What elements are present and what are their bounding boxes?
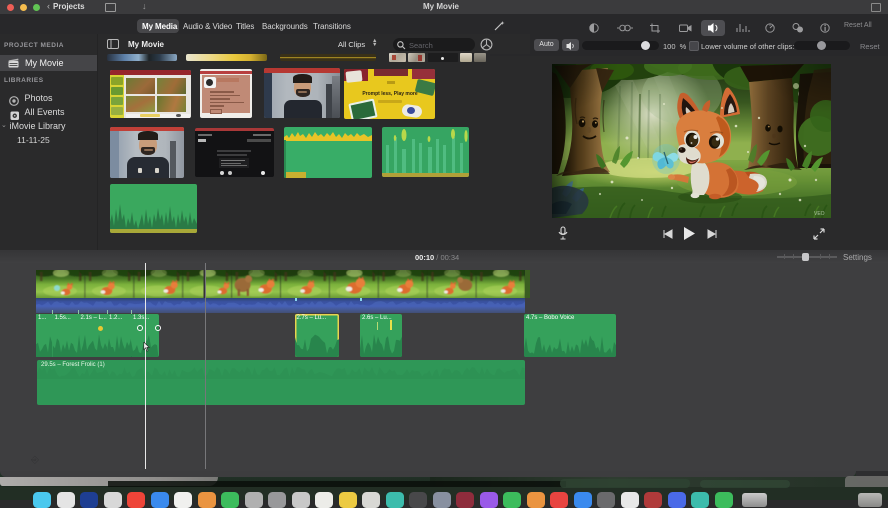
- svg-text:VEO: VEO: [814, 211, 825, 217]
